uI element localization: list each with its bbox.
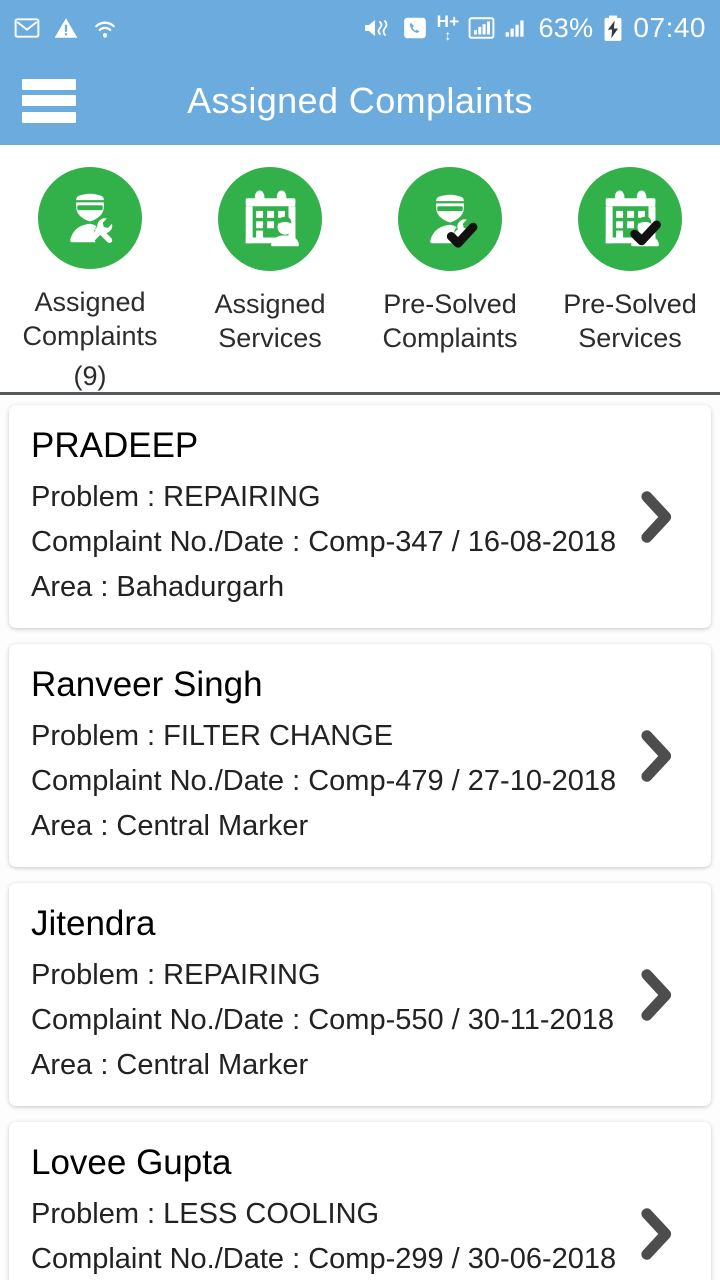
- signal-bars-secondary-icon: [504, 15, 529, 41]
- tab-label-pre-solved-complaints: Pre-Solved Complaints: [382, 287, 517, 355]
- tab-assigned-services[interactable]: Assigned Services: [180, 167, 360, 392]
- complaint-card[interactable]: Lovee Gupta Problem : LESS COOLING Compl…: [9, 1122, 711, 1280]
- app-bar: Assigned Complaints: [0, 56, 720, 145]
- complaint-no-date-line: Complaint No./Date : Comp-347 / 16-08-20…: [31, 526, 617, 558]
- hamburger-bar-2: [22, 95, 76, 106]
- problem-line: Problem : REPAIRING: [31, 959, 321, 991]
- calendar-person-icon: [218, 167, 322, 271]
- chevron-right-icon[interactable]: [629, 1205, 685, 1263]
- status-bar-left-group: [14, 15, 118, 41]
- battery-percent-label: 63%: [538, 12, 594, 43]
- tab-label-line1: Pre-Solved: [563, 289, 697, 319]
- status-bar: H+ ↕ 63% 07:40: [0, 0, 720, 56]
- customer-name: PRADEEP: [31, 426, 199, 465]
- problem-line: Problem : LESS COOLING: [31, 1198, 380, 1230]
- area-line: Area : Central Marker: [31, 1049, 309, 1081]
- area-line: Area : Central Marker: [31, 810, 309, 842]
- customer-name: Ranveer Singh: [31, 665, 263, 704]
- tab-label-line2: Services: [218, 323, 322, 353]
- page-title: Assigned Complaints: [187, 79, 533, 121]
- complaint-card[interactable]: PRADEEP Problem : REPAIRING Complaint No…: [9, 405, 711, 628]
- tab-label-line2: Complaints: [22, 321, 158, 351]
- chevron-right-icon[interactable]: [629, 488, 685, 546]
- tab-assigned-complaints[interactable]: Assigned Complaints (9): [0, 167, 180, 392]
- chevron-right-icon[interactable]: [629, 966, 685, 1024]
- worker-tools-check-icon: [398, 167, 502, 271]
- hplus-data-icon: H+ ↕: [437, 13, 460, 43]
- complaint-no-date-line: Complaint No./Date : Comp-550 / 30-11-20…: [31, 1004, 614, 1036]
- customer-name: Jitendra: [31, 904, 156, 943]
- hamburger-bar-1: [22, 78, 76, 90]
- complaint-card-body: PRADEEP Problem : REPAIRING Complaint No…: [31, 423, 629, 610]
- wifi-icon: [92, 15, 118, 41]
- tab-label-line1: Assigned: [34, 287, 146, 317]
- chevron-right-icon[interactable]: [629, 727, 685, 785]
- problem-line: Problem : REPAIRING: [31, 481, 321, 513]
- complaint-card-body: Lovee Gupta Problem : LESS COOLING Compl…: [31, 1140, 629, 1280]
- gmail-icon: [14, 15, 40, 41]
- data-arrows: ↕: [444, 27, 452, 43]
- tab-label-line1: Pre-Solved: [383, 289, 517, 319]
- clock-label: 07:40: [633, 12, 706, 43]
- tab-pre-solved-services[interactable]: Pre-Solved Services: [540, 167, 720, 392]
- tab-label-pre-solved-services: Pre-Solved Services: [563, 287, 697, 355]
- mute-icon: [363, 15, 393, 41]
- complaint-no-date-line: Complaint No./Date : Comp-299 / 30-06-20…: [31, 1243, 617, 1275]
- warning-icon: [53, 15, 79, 41]
- complaint-card-body: Jitendra Problem : REPAIRING Complaint N…: [31, 901, 629, 1088]
- complaint-card[interactable]: Ranveer Singh Problem : FILTER CHANGE Co…: [9, 644, 711, 867]
- signal-bars-icon: [468, 15, 495, 41]
- area-line: Area : Bahadurgarh: [31, 571, 285, 603]
- tab-pre-solved-complaints[interactable]: Pre-Solved Complaints: [360, 167, 540, 392]
- tab-count-assigned-complaints: (9): [73, 361, 107, 391]
- tab-label-line2: Complaints: [382, 323, 518, 353]
- phone-icon: [402, 15, 428, 41]
- calendar-person-check-icon: [578, 167, 682, 271]
- status-bar-right-group: H+ ↕ 63% 07:40: [363, 12, 706, 44]
- hamburger-menu-icon[interactable]: [22, 78, 76, 123]
- complaint-card[interactable]: Jitendra Problem : REPAIRING Complaint N…: [9, 883, 711, 1106]
- tab-label-line2: Services: [578, 323, 682, 353]
- problem-line: Problem : FILTER CHANGE: [31, 720, 394, 752]
- battery-charging-icon: [602, 15, 624, 42]
- complaint-list: PRADEEP Problem : REPAIRING Complaint No…: [0, 395, 720, 1280]
- complaint-card-body: Ranveer Singh Problem : FILTER CHANGE Co…: [31, 662, 629, 849]
- complaint-no-date-line: Complaint No./Date : Comp-479 / 27-10-20…: [31, 765, 617, 797]
- tab-label-assigned-services: Assigned Services: [214, 287, 325, 355]
- tab-label-line1: Assigned: [214, 289, 326, 319]
- hamburger-bar-3: [22, 111, 76, 123]
- category-tab-strip: Assigned Complaints (9) Assigned Service…: [0, 145, 720, 395]
- tab-label-assigned-complaints: Assigned Complaints: [22, 285, 157, 353]
- worker-tools-icon: [38, 167, 142, 269]
- customer-name: Lovee Gupta: [31, 1143, 232, 1182]
